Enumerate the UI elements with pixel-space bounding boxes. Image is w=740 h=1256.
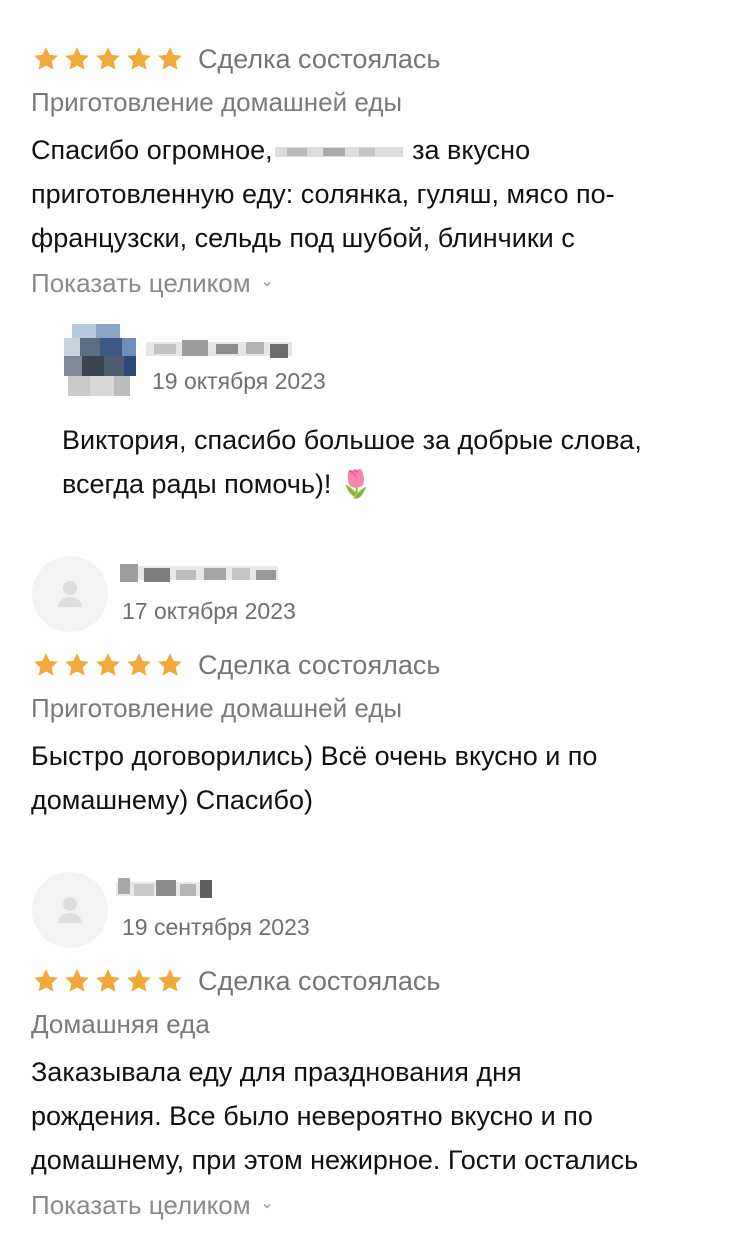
- review2-rating: Сделка состоялась: [31, 650, 440, 680]
- review-text: Спасибо огромное, за вкусно приготовленн…: [31, 135, 615, 253]
- review-text: Заказывала еду для празднования дня рожд…: [31, 1057, 639, 1175]
- review-date: 17 октября 2023: [122, 598, 296, 624]
- star-icon: [127, 969, 151, 992]
- chevron-down-icon: [263, 281, 271, 286]
- seller-avatar[interactable]: [60, 320, 138, 400]
- star-icon: [96, 653, 120, 676]
- star-icon: [158, 653, 182, 676]
- star-icon: [34, 969, 58, 992]
- star-icon: [96, 47, 120, 70]
- star-icon: [34, 653, 58, 676]
- review1-rating: Сделка состоялась: [31, 44, 440, 74]
- star-icon: [96, 969, 120, 992]
- tulip-emoji: 🌷: [338, 469, 373, 499]
- show-more-button[interactable]: Показать целиком: [31, 1190, 273, 1221]
- review-category: Домашняя еда: [31, 1009, 210, 1039]
- deal-status: Сделка состоялась: [198, 44, 441, 74]
- reply-date: 19 октября 2023: [152, 368, 326, 394]
- star-icon: [127, 47, 151, 70]
- user-avatar[interactable]: [32, 872, 108, 948]
- review3-rating: Сделка состоялась: [31, 966, 440, 996]
- reply-text: Виктория, спасибо большое за добрые слов…: [62, 425, 642, 499]
- user-avatar[interactable]: [32, 556, 108, 632]
- show-more-button[interactable]: Показать целиком: [31, 268, 273, 299]
- review-text: Быстро договорились) Всё очень вкусно и …: [31, 741, 598, 815]
- redacted-name: [274, 146, 403, 157]
- review-category: Приготовление домашней еды: [31, 87, 403, 117]
- user-placeholder-icon: [58, 581, 82, 607]
- deal-status: Сделка состоялась: [198, 650, 441, 680]
- star-icon: [65, 653, 89, 676]
- star-icon: [65, 969, 89, 992]
- review-category: Приготовление домашней еды: [31, 693, 403, 723]
- chevron-down-icon: [263, 1203, 271, 1208]
- review-date: 19 сентября 2023: [122, 914, 310, 940]
- reviewer-name: [120, 564, 278, 582]
- seller-name: [146, 340, 292, 358]
- star-icon: [158, 47, 182, 70]
- star-icon: [158, 969, 182, 992]
- deal-status: Сделка состоялась: [198, 966, 441, 996]
- user-placeholder-icon: [58, 897, 82, 923]
- star-icon: [65, 47, 89, 70]
- star-icon: [34, 47, 58, 70]
- star-icon: [127, 653, 151, 676]
- reviewer-name: [116, 878, 212, 898]
